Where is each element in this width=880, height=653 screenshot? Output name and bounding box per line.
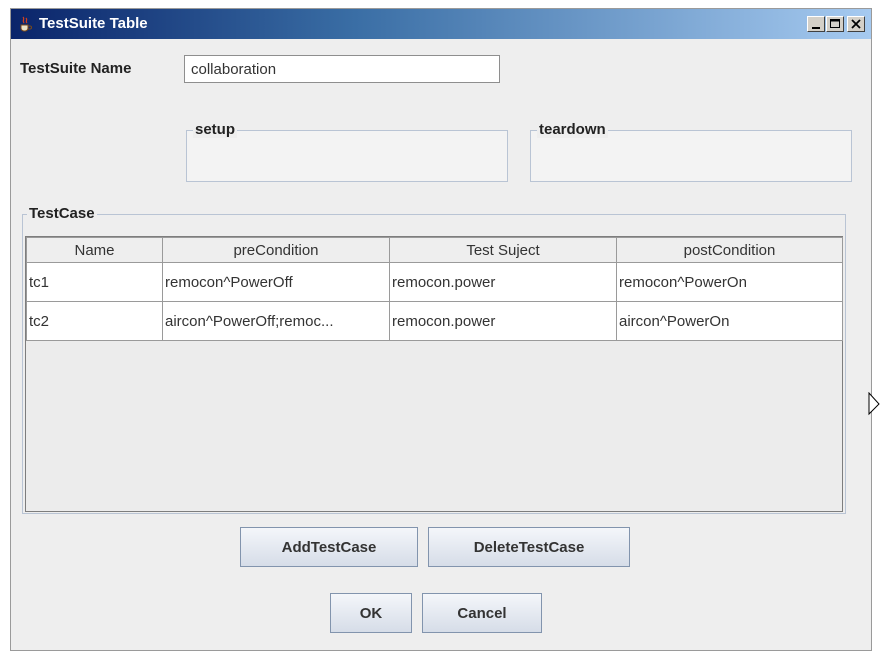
table-cell[interactable]: remocon.power — [389, 262, 617, 302]
testcase-table-viewport[interactable]: Name preCondition Test Suject postCondit… — [25, 236, 843, 512]
close-icon — [851, 19, 861, 29]
table-cell[interactable]: tc2 — [26, 301, 163, 341]
column-header-test-subject[interactable]: Test Suject — [389, 237, 617, 263]
column-header-precondition[interactable]: preCondition — [162, 237, 390, 263]
minimize-button[interactable] — [807, 16, 825, 32]
mouse-cursor-icon — [868, 392, 880, 416]
ok-button[interactable]: OK — [330, 593, 412, 633]
column-header-postcondition[interactable]: postCondition — [616, 237, 843, 263]
table-cell[interactable]: remocon^PowerOn — [616, 262, 843, 302]
table-cell[interactable]: aircon^PowerOn — [616, 301, 843, 341]
maximize-button[interactable] — [826, 16, 844, 32]
teardown-panel[interactable]: teardown — [530, 121, 852, 182]
table-cell[interactable]: remocon.power — [389, 301, 617, 341]
maximize-icon — [830, 19, 840, 28]
table-cell[interactable]: tc1 — [26, 262, 163, 302]
setup-label: setup — [193, 121, 238, 138]
table-cell[interactable]: remocon^PowerOff — [162, 262, 390, 302]
delete-testcase-button[interactable]: DeleteTestCase — [428, 527, 630, 567]
testcase-table: Name preCondition Test Suject postCondit… — [26, 237, 843, 341]
title-bar[interactable]: TestSuite Table — [11, 9, 871, 39]
table-header-row: Name preCondition Test Suject postCondit… — [26, 237, 843, 263]
testcase-label: TestCase — [27, 205, 97, 222]
java-coffee-icon — [17, 16, 33, 32]
teardown-label: teardown — [537, 121, 608, 138]
column-header-name[interactable]: Name — [26, 237, 163, 263]
add-testcase-button[interactable]: AddTestCase — [240, 527, 418, 567]
table-row[interactable]: tc2 aircon^PowerOff;remoc... remocon.pow… — [26, 301, 843, 341]
table-cell[interactable]: aircon^PowerOff;remoc... — [162, 301, 390, 341]
table-row[interactable]: tc1 remocon^PowerOff remocon.power remoc… — [26, 262, 843, 302]
cancel-button[interactable]: Cancel — [422, 593, 542, 633]
window-title: TestSuite Table — [39, 15, 148, 32]
testsuite-name-label: TestSuite Name — [20, 60, 132, 77]
minimize-icon — [812, 27, 820, 29]
testsuite-name-input[interactable] — [184, 55, 500, 83]
setup-panel[interactable]: setup — [186, 121, 508, 182]
close-button[interactable] — [847, 16, 865, 32]
